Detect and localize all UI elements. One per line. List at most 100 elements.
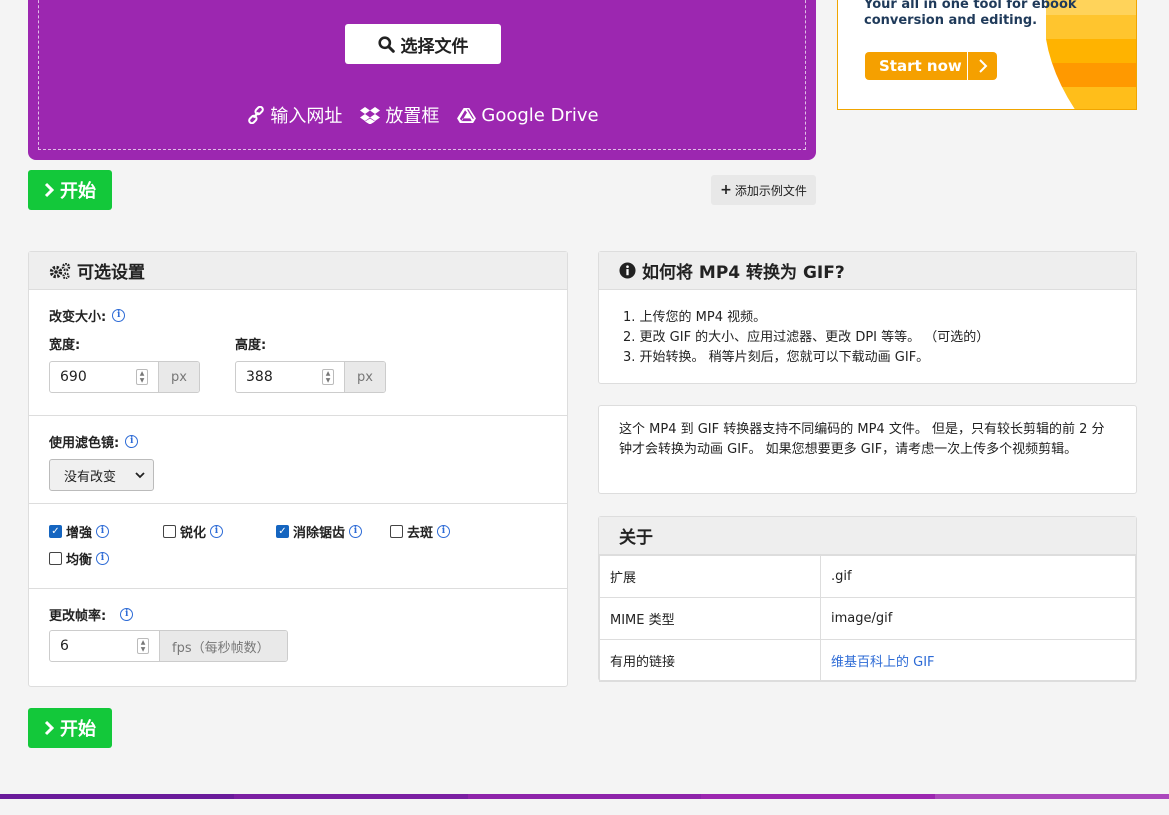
table-row: MIME 类型 image/gif (599, 597, 1136, 640)
resize-section: 改变大小: i 宽度: 690 ▲ ▼ px 高度: 388 ▲ ▼ px (29, 290, 567, 416)
plus-icon: + (720, 182, 732, 198)
table-row: 扩展 .gif (599, 555, 1136, 598)
start-button-bottom[interactable]: 开始 (28, 708, 112, 748)
info-icon[interactable]: i (112, 309, 126, 322)
resize-label-row: 改变大小: i (49, 306, 547, 325)
howto-title: 如何将 MP4 转换为 GIF? (642, 263, 845, 283)
height-unit: px (345, 362, 385, 392)
antialias-label: 消除锯齿 (293, 526, 346, 541)
height-group: 高度: 388 ▲ ▼ px (235, 334, 386, 393)
wikipedia-gif-link[interactable]: 维基百科上的 GIF (831, 655, 935, 670)
fps-input[interactable]: 6 ▲ ▼ (50, 631, 160, 661)
howto-step: 1. 上传您的 MP4 视频。 (623, 310, 767, 325)
about-key: MIME 类型 (599, 597, 821, 640)
width-input-group: 690 ▲ ▼ px (49, 361, 200, 393)
upload-dropzone-inner: 选择文件 输入网址 放置框 Google Drive (38, 0, 806, 150)
sharpen-option: 锐化 i (163, 522, 224, 541)
about-key: 有用的链接 (599, 639, 821, 682)
width-value: 690 (60, 369, 87, 385)
width-group: 宽度: 690 ▲ ▼ px (49, 334, 200, 393)
chevron-right-icon (967, 52, 997, 80)
table-row: 有用的链接 维基百科上的 GIF (599, 639, 1136, 682)
upload-sources: 输入网址 放置框 Google Drive (39, 102, 807, 128)
dropbox-source-label: 放置框 (385, 106, 440, 127)
footer-color-bar (0, 794, 1169, 799)
filter-select[interactable]: 没有改变 (49, 459, 154, 491)
fps-label: 更改帧率: (49, 609, 107, 624)
despeckle-option: 去斑 i (390, 522, 451, 541)
spinner-icon[interactable]: ▲ ▼ (136, 369, 149, 385)
height-input[interactable]: 388 ▲ ▼ (236, 362, 346, 392)
dropbox-source-button[interactable]: 放置框 (360, 102, 439, 128)
howto-panel: 如何将 MP4 转换为 GIF? 1. 上传您的 MP4 视频。 2. 更改 G… (598, 251, 1137, 384)
add-sample-label: 添加示例文件 (734, 183, 807, 198)
about-value: image/gif (820, 597, 1136, 640)
note-text: 这个 MP4 到 GIF 转换器支持不同编码的 MP4 文件。 但是，只有较长剪… (619, 422, 1105, 457)
width-unit: px (159, 362, 199, 392)
sharpen-checkbox[interactable] (163, 525, 176, 538)
add-sample-file-button[interactable]: + 添加示例文件 (711, 175, 816, 205)
info-icon[interactable]: i (437, 525, 451, 538)
about-link-cell: 维基百科上的 GIF (820, 639, 1136, 682)
google-drive-source-button[interactable]: Google Drive (457, 102, 599, 128)
equalize-checkbox[interactable] (49, 552, 62, 565)
about-value: .gif (820, 555, 1136, 598)
antialias-checkbox[interactable]: ✓ (276, 525, 289, 538)
url-source-label: 输入网址 (270, 106, 343, 127)
info-circle-icon (619, 262, 636, 279)
height-label: 高度: (235, 338, 267, 353)
fps-value: 6 (60, 638, 69, 654)
info-icon[interactable]: i (210, 525, 224, 538)
antialias-option: ✓ 消除锯齿 i (276, 522, 363, 541)
upload-dropzone[interactable]: 选择文件 输入网址 放置框 Google Drive (28, 0, 816, 160)
start-button-label: 开始 (60, 181, 96, 202)
settings-title: 可选设置 (77, 263, 145, 283)
height-input-group: 388 ▲ ▼ px (235, 361, 386, 393)
link-icon (248, 106, 265, 124)
enhance-option: ✓ 增強 i (49, 522, 110, 541)
howto-step: 2. 更改 GIF 的大小、应用过滤器、更改 DPI 等等。 （可选的） (623, 330, 990, 345)
settings-header: 可选设置 (29, 252, 567, 290)
spinner-icon[interactable]: ▲ ▼ (322, 369, 335, 385)
info-icon[interactable]: i (120, 608, 134, 621)
chevron-down-icon (135, 472, 145, 479)
about-title: 关于 (619, 528, 653, 548)
fps-section: 更改帧率: i 6 ▲ ▼ fps（每秒帧数） (29, 589, 567, 685)
ad-cta-label: Start now (879, 57, 962, 75)
howto-header: 如何将 MP4 转换为 GIF? (599, 252, 1136, 290)
filter-section: 使用滤色镜: i 没有改变 (29, 416, 567, 504)
ad-line-1: Your all in one tool for ebook (864, 0, 1077, 12)
search-icon (377, 35, 395, 53)
choose-file-label: 选择文件 (400, 36, 469, 57)
choose-file-button[interactable]: 选择文件 (345, 24, 501, 64)
info-icon[interactable]: i (349, 525, 363, 538)
google-drive-icon (457, 107, 477, 123)
fps-label-row: 更改帧率: i (49, 605, 547, 624)
fps-unit: fps（每秒帧数） (160, 631, 287, 661)
sharpen-label: 锐化 (180, 526, 207, 541)
ad-banner[interactable]: Your all in one tool for ebook conversio… (837, 0, 1137, 110)
about-key: 扩展 (599, 555, 821, 598)
spinner-icon[interactable]: ▲ ▼ (137, 638, 149, 654)
info-icon[interactable]: i (96, 525, 110, 538)
info-icon[interactable]: i (125, 435, 139, 448)
start-button-top[interactable]: 开始 (28, 170, 112, 210)
fps-input-group: 6 ▲ ▼ fps（每秒帧数） (49, 630, 288, 662)
filter-label: 使用滤色镜: (49, 436, 120, 451)
width-input[interactable]: 690 ▲ ▼ (50, 362, 160, 392)
url-source-button[interactable]: 输入网址 (247, 102, 342, 128)
about-panel: 关于 扩展 .gif MIME 类型 image/gif 有用的链接 维基百科上… (598, 516, 1137, 682)
google-drive-source-label: Google Drive (481, 104, 599, 126)
info-icon[interactable]: i (96, 552, 110, 565)
enhance-checkbox[interactable]: ✓ (49, 525, 62, 538)
options-section: ✓ 增強 i 锐化 i ✓ 消除锯齿 i 去斑 i 均衡 i (29, 504, 567, 589)
ad-start-now-button[interactable]: Start now (865, 52, 997, 80)
gears-icon (49, 262, 71, 279)
despeckle-checkbox[interactable] (390, 525, 403, 538)
resize-label: 改变大小: (49, 310, 107, 325)
enhance-label: 增強 (66, 526, 93, 541)
ad-line-2: conversion and editing. (864, 13, 1038, 28)
filter-select-value: 没有改变 (64, 469, 117, 485)
height-value: 388 (246, 369, 273, 385)
optional-settings-panel: 可选设置 改变大小: i 宽度: 690 ▲▼ px 高度: 388 ▲▼ (28, 251, 568, 687)
